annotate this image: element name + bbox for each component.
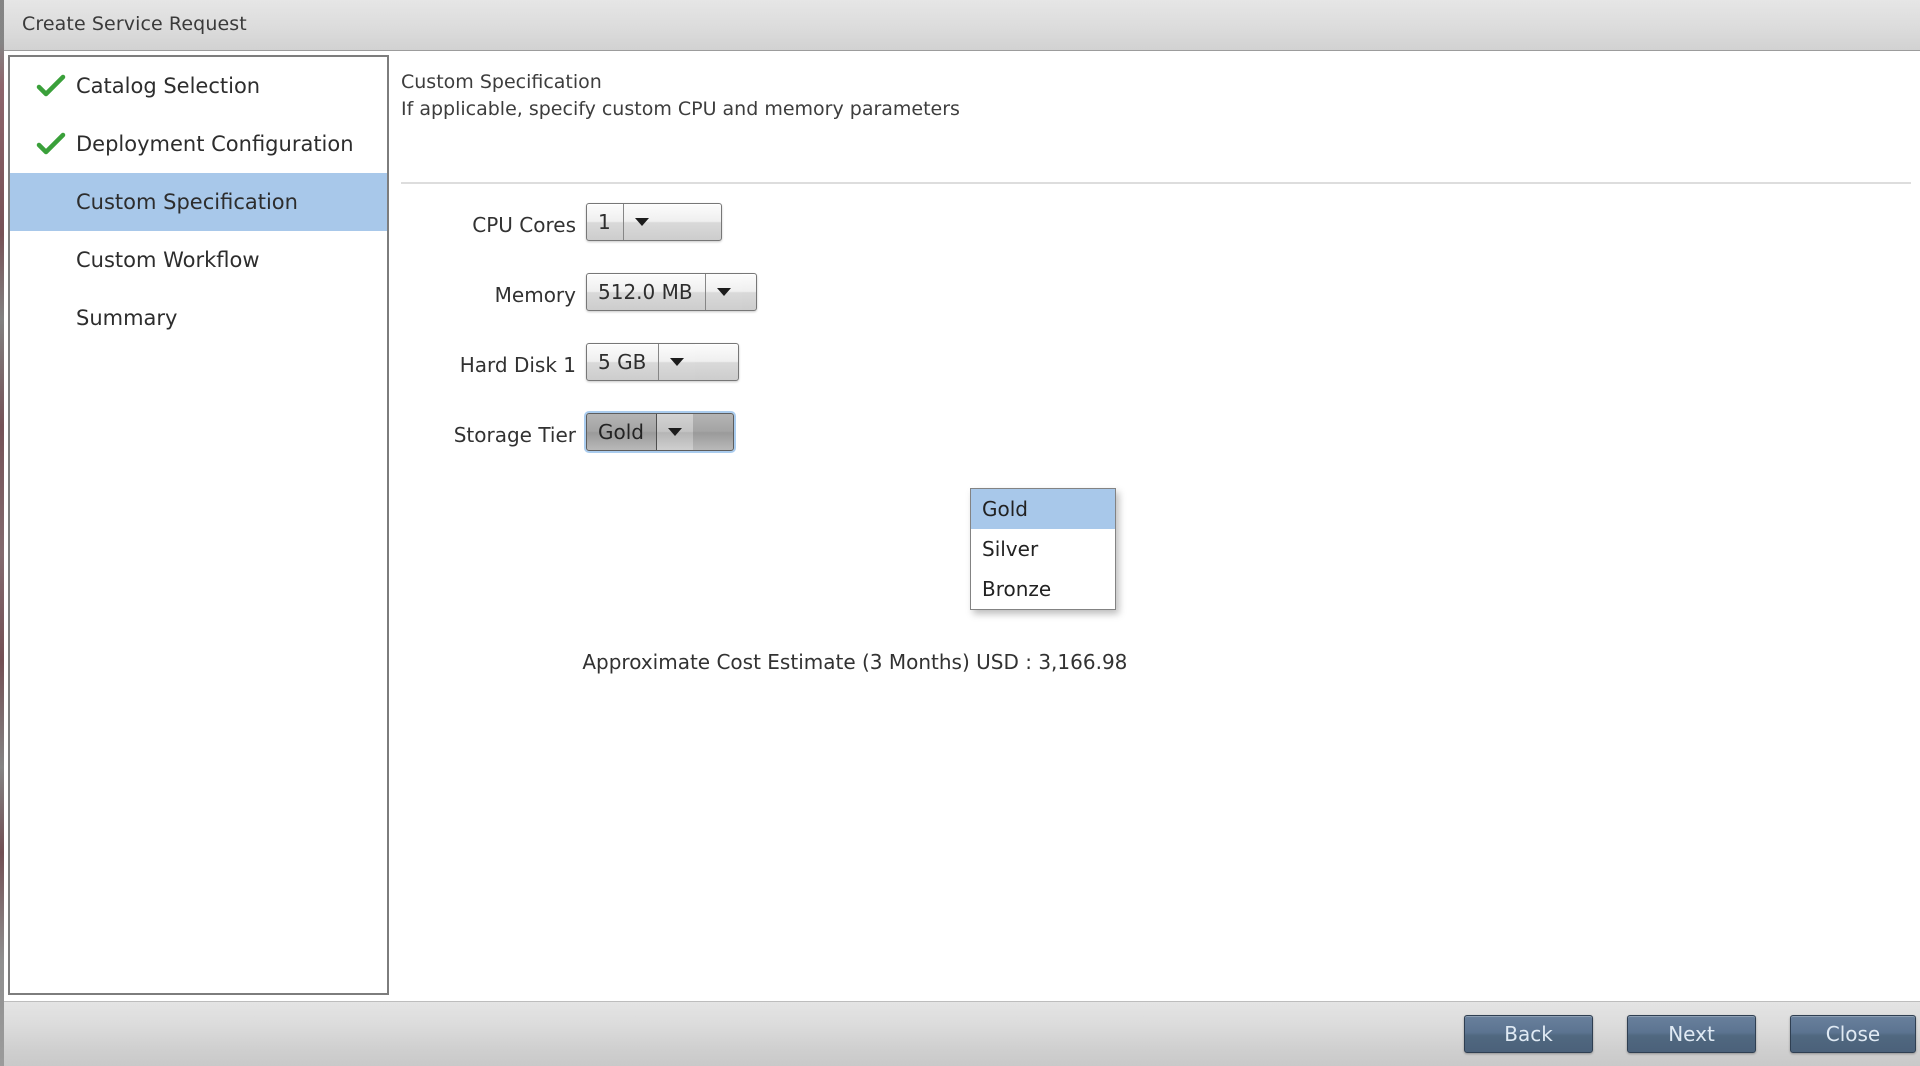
- chevron-down-icon[interactable]: [658, 344, 696, 380]
- sidebar-item-label: Deployment Configuration: [76, 132, 354, 156]
- sidebar-item-label: Summary: [76, 306, 178, 330]
- cost-estimate-text: Approximate Cost Estimate (3 Months) USD…: [582, 650, 1128, 674]
- storage-tier-dropdown-list[interactable]: Gold Silver Bronze: [970, 488, 1116, 610]
- chevron-down-icon[interactable]: [622, 204, 660, 240]
- page-subtitle: If applicable, specify custom CPU and me…: [401, 98, 960, 120]
- close-button[interactable]: Close: [1790, 1015, 1916, 1053]
- form-row-hard-disk-1: Hard Disk 1 5 GB: [393, 335, 1916, 405]
- cpu-cores-select[interactable]: 1: [586, 203, 722, 241]
- form-row-memory: Memory 512.0 MB: [393, 265, 1916, 335]
- chevron-down-icon[interactable]: [656, 414, 693, 450]
- wizard-step-list: Catalog Selection Deployment Configurati…: [8, 55, 389, 995]
- step-header: Custom Specification If applicable, spec…: [401, 69, 1901, 123]
- custom-specification-form: CPU Cores 1 Memory 512.0 MB Hard Disk 1 …: [393, 195, 1916, 674]
- storage-tier-select[interactable]: Gold: [586, 413, 734, 451]
- memory-label: Memory: [494, 283, 576, 307]
- create-service-request-dialog: Create Service Request Catalog Selection: [0, 0, 1920, 1066]
- cpu-cores-label: CPU Cores: [472, 213, 576, 237]
- hard-disk-1-label: Hard Disk 1: [459, 353, 576, 377]
- dialog-footer: Back Next Close: [4, 1001, 1920, 1066]
- sidebar-item-label: Catalog Selection: [76, 74, 261, 98]
- form-row-cpu-cores: CPU Cores 1: [393, 195, 1916, 265]
- sidebar-item-custom-specification[interactable]: Custom Specification: [10, 173, 387, 231]
- hard-disk-1-value: 5 GB: [598, 350, 647, 374]
- sidebar-item-custom-workflow[interactable]: Custom Workflow: [10, 231, 387, 289]
- next-button[interactable]: Next: [1627, 1015, 1756, 1053]
- memory-select[interactable]: 512.0 MB: [586, 273, 757, 311]
- page-title: Custom Specification: [401, 71, 602, 93]
- memory-value: 512.0 MB: [598, 280, 693, 304]
- storage-tier-label: Storage Tier: [453, 423, 576, 447]
- step-content-pane: Custom Specification If applicable, spec…: [393, 55, 1916, 995]
- sidebar-item-catalog-selection[interactable]: Catalog Selection: [10, 57, 387, 115]
- dropdown-option-bronze[interactable]: Bronze: [971, 569, 1115, 609]
- sidebar-item-label: Custom Workflow: [76, 248, 260, 272]
- check-icon: [36, 74, 74, 98]
- storage-tier-value: Gold: [598, 420, 644, 444]
- sidebar-item-deployment-configuration[interactable]: Deployment Configuration: [10, 115, 387, 173]
- form-row-storage-tier: Storage Tier Gold: [393, 405, 1916, 475]
- dropdown-option-gold[interactable]: Gold: [971, 489, 1115, 529]
- sidebar-item-summary[interactable]: Summary: [10, 289, 387, 347]
- sidebar-item-label: Custom Specification: [76, 190, 298, 214]
- dialog-body: Catalog Selection Deployment Configurati…: [4, 51, 1920, 1001]
- cost-estimate-row: Approximate Cost Estimate (3 Months) USD…: [393, 650, 1916, 674]
- cpu-cores-value: 1: [598, 210, 611, 234]
- header-divider: [401, 182, 1911, 184]
- titlebar: Create Service Request: [4, 0, 1920, 51]
- check-icon: [36, 132, 74, 156]
- chevron-down-icon[interactable]: [704, 274, 742, 310]
- window-title: Create Service Request: [22, 13, 247, 35]
- back-button[interactable]: Back: [1464, 1015, 1593, 1053]
- hard-disk-1-select[interactable]: 5 GB: [586, 343, 739, 381]
- dropdown-option-silver[interactable]: Silver: [971, 529, 1115, 569]
